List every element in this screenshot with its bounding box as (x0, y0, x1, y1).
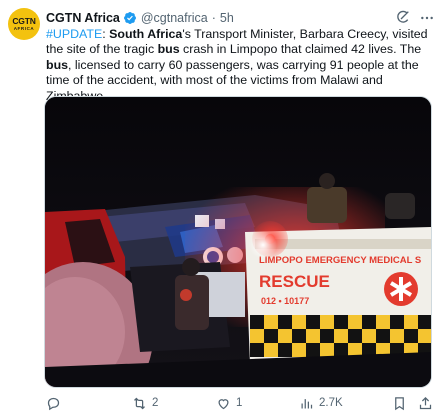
grok-icon[interactable] (395, 9, 411, 25)
separator-dot: · (211, 11, 216, 25)
action-bar: 2 1 2.7K (46, 393, 436, 413)
star-of-life-icon (384, 272, 418, 306)
share-icon (419, 396, 432, 409)
ambulance-rescue-label: RESCUE (259, 272, 330, 291)
bookmark-icon (395, 396, 404, 410)
tweet-photo[interactable]: LIMPOPO EMERGENCY MEDICAL S RESCUE 012 •… (44, 96, 432, 388)
share-button[interactable] (418, 393, 433, 413)
display-name[interactable]: CGTN Africa (46, 11, 120, 25)
reply-icon (47, 397, 60, 410)
more-icon[interactable] (419, 10, 435, 26)
views-icon (301, 398, 313, 408)
hashtag-link[interactable]: #UPDATE (46, 27, 102, 41)
like-count: 1 (236, 397, 243, 409)
avatar[interactable]: CGTN AFRICA (8, 8, 40, 40)
photo-scene: LIMPOPO EMERGENCY MEDICAL S RESCUE 012 •… (45, 97, 431, 387)
like-icon (218, 398, 229, 409)
repost-icon (134, 397, 145, 409)
ambulance-label: LIMPOPO EMERGENCY MEDICAL S (259, 255, 421, 266)
avatar-logo-text: CGTN (12, 15, 36, 26)
bold-term: bus (157, 42, 180, 57)
verified-icon (123, 12, 136, 24)
checker-band (250, 315, 431, 357)
tweet-text: #UPDATE: South Africa's Transport Minist… (46, 27, 434, 104)
bookmark-button[interactable] (392, 393, 407, 413)
repost-count: 2 (152, 397, 159, 409)
bold-term: bus (46, 57, 69, 72)
like-button[interactable]: 1 (216, 393, 242, 413)
ambulance-number: 012 • 10177 (261, 296, 309, 306)
view-count: 2.7K (319, 397, 343, 409)
bold-term: South Africa (109, 27, 183, 41)
handle[interactable]: @cgtnafrica (141, 11, 208, 25)
tweet-header: CGTN Africa @cgtnafrica · 5h (46, 9, 234, 27)
views-button[interactable]: 2.7K (299, 393, 343, 413)
reply-button[interactable] (46, 393, 66, 413)
repost-button[interactable]: 2 (132, 393, 158, 413)
timestamp[interactable]: 5h (220, 11, 234, 25)
avatar-logo-subtext: AFRICA (13, 25, 35, 31)
text-part: crash in Limpopo that claimed 42 lives. … (179, 42, 422, 57)
